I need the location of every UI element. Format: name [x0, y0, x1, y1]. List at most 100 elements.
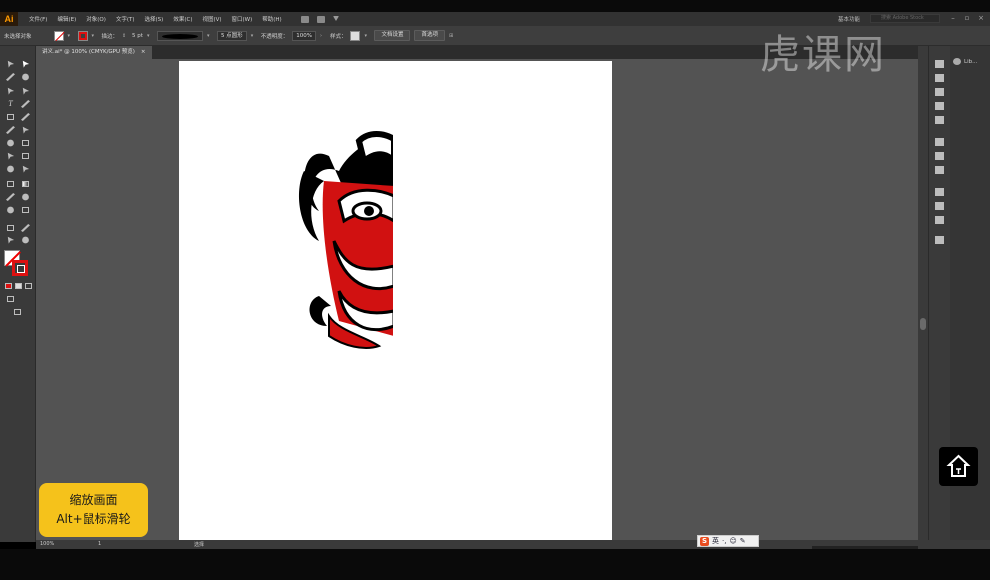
slice-icon[interactable]: [21, 224, 30, 232]
menu-effect[interactable]: 效果(C): [168, 15, 197, 23]
document-tab[interactable]: 讲义.ai* @ 100% (CMYK/GPU 预览) ×: [36, 46, 152, 59]
ime-emoji-icon[interactable]: ☺: [729, 537, 736, 545]
swatches-icon[interactable]: [935, 88, 944, 96]
close-tab-icon[interactable]: ×: [141, 46, 146, 59]
curvature-icon[interactable]: [21, 87, 30, 95]
title-strip: [0, 0, 990, 12]
color-panel-icon[interactable]: [935, 60, 944, 68]
pathfinder-icon[interactable]: [935, 236, 944, 244]
menu-file[interactable]: 文件(F): [24, 15, 52, 23]
direct-selection-icon[interactable]: [21, 60, 30, 68]
brush-definition[interactable]: 5 点圆形: [216, 30, 247, 41]
bridge-icon[interactable]: [300, 15, 309, 23]
type-icon[interactable]: T: [6, 100, 15, 108]
shape-builder-icon[interactable]: [6, 165, 15, 173]
mask-artwork[interactable]: [179, 61, 612, 540]
current-tool-status[interactable]: 选择: [194, 541, 204, 548]
gradient-mode-icon[interactable]: [14, 282, 23, 290]
align-options-icon[interactable]: ⊞: [449, 33, 455, 39]
blend-icon[interactable]: [21, 193, 30, 201]
document-setup-button[interactable]: 文档设置: [374, 30, 411, 41]
zoom-level[interactable]: 100%: [40, 541, 54, 547]
chevron-down-icon[interactable]: ▾: [92, 33, 98, 39]
chevron-right-icon[interactable]: ›: [320, 33, 326, 39]
stroke-weight-value[interactable]: 5 pt: [132, 33, 143, 39]
hand-icon[interactable]: [6, 236, 15, 244]
gpu-performance-icon[interactable]: [332, 16, 339, 22]
line-icon[interactable]: [21, 100, 30, 108]
stepper-icon[interactable]: ⇕: [122, 33, 128, 39]
minimize-icon[interactable]: –: [948, 14, 958, 22]
vertical-scrollbar[interactable]: [918, 46, 928, 540]
arrange-documents-icon[interactable]: [316, 15, 325, 23]
chevron-down-icon[interactable]: ▾: [147, 33, 153, 39]
none-mode-icon[interactable]: [24, 282, 33, 290]
maximize-icon[interactable]: ▫: [962, 14, 972, 22]
selection-icon[interactable]: [6, 60, 15, 68]
rectangle-icon[interactable]: [6, 113, 15, 121]
opacity-field[interactable]: 100%: [292, 30, 316, 41]
pencil-icon[interactable]: [6, 126, 15, 134]
stroke-color-box[interactable]: [12, 260, 28, 276]
color-guide-icon[interactable]: [935, 74, 944, 82]
ime-punctuation-icon[interactable]: ·,: [722, 537, 726, 545]
magic-wand-icon[interactable]: [6, 73, 15, 81]
symbols-icon[interactable]: [935, 116, 944, 124]
draw-mode-icon[interactable]: [6, 295, 15, 303]
ime-language[interactable]: 英: [712, 536, 719, 546]
mesh-icon[interactable]: [6, 180, 15, 188]
stroke-swatch[interactable]: [77, 30, 88, 41]
graph-icon[interactable]: [21, 206, 30, 214]
scissors-icon[interactable]: [21, 126, 30, 134]
gradient-panel-icon[interactable]: [935, 152, 944, 160]
chevron-down-icon[interactable]: ▾: [364, 33, 370, 39]
color-mode-icon[interactable]: [4, 282, 13, 290]
pen-icon[interactable]: [6, 87, 15, 95]
pasteboard[interactable]: [36, 59, 918, 540]
artboard[interactable]: [179, 61, 612, 540]
export-icon[interactable]: [935, 188, 944, 196]
close-icon[interactable]: ×: [976, 14, 986, 22]
preferences-button[interactable]: 首选项: [414, 30, 445, 41]
eyedropper-icon[interactable]: [6, 193, 15, 201]
fill-swatch[interactable]: [53, 30, 64, 41]
stroke-panel-icon[interactable]: [935, 138, 944, 146]
width-icon[interactable]: [6, 152, 15, 160]
symbol-sprayer-icon[interactable]: [6, 206, 15, 214]
artboards-panel-icon[interactable]: [935, 216, 944, 224]
document-tab-title: 讲义.ai* @ 100% (CMYK/GPU 预览): [42, 49, 135, 55]
artboard-number[interactable]: 1: [98, 541, 101, 547]
scale-icon[interactable]: [21, 139, 30, 147]
home-button[interactable]: [939, 447, 978, 486]
chevron-down-icon[interactable]: ▾: [207, 33, 213, 39]
chevron-down-icon[interactable]: ▾: [251, 33, 257, 39]
paintbrush-icon[interactable]: [21, 113, 30, 121]
menu-type[interactable]: 文字(T): [111, 15, 140, 23]
scroll-thumb[interactable]: [920, 318, 926, 330]
perspective-icon[interactable]: [21, 165, 30, 173]
chevron-down-icon[interactable]: ▾: [68, 33, 74, 39]
lasso-icon[interactable]: [21, 73, 30, 81]
screen-mode-icon[interactable]: [13, 308, 22, 316]
gradient-icon[interactable]: [21, 180, 30, 188]
ime-settings-icon[interactable]: ✎: [740, 537, 746, 545]
menu-object[interactable]: 对象(O): [81, 15, 111, 23]
brushes-icon[interactable]: [935, 102, 944, 110]
ime-toolbar[interactable]: S 英 ·, ☺ ✎: [697, 535, 759, 547]
graphic-style-swatch[interactable]: [350, 30, 361, 41]
layers-icon[interactable]: [935, 202, 944, 210]
transparency-icon[interactable]: [935, 166, 944, 174]
zoom-icon[interactable]: [21, 236, 30, 244]
free-transform-icon[interactable]: [21, 152, 30, 160]
artboard-icon[interactable]: [6, 224, 15, 232]
libraries-tab[interactable]: Lib...: [953, 58, 977, 65]
menu-view[interactable]: 视图(V): [197, 15, 226, 23]
menu-window[interactable]: 窗口(W): [227, 15, 258, 23]
libraries-icon: [953, 58, 961, 65]
variable-width-profile[interactable]: [156, 30, 203, 41]
menu-help[interactable]: 帮助(H): [257, 15, 286, 23]
menu-edit[interactable]: 编辑(E): [52, 15, 81, 23]
menu-select[interactable]: 选择(S): [140, 15, 169, 23]
opacity-label: 不透明度：: [260, 33, 289, 40]
rotate-icon[interactable]: [6, 139, 15, 147]
